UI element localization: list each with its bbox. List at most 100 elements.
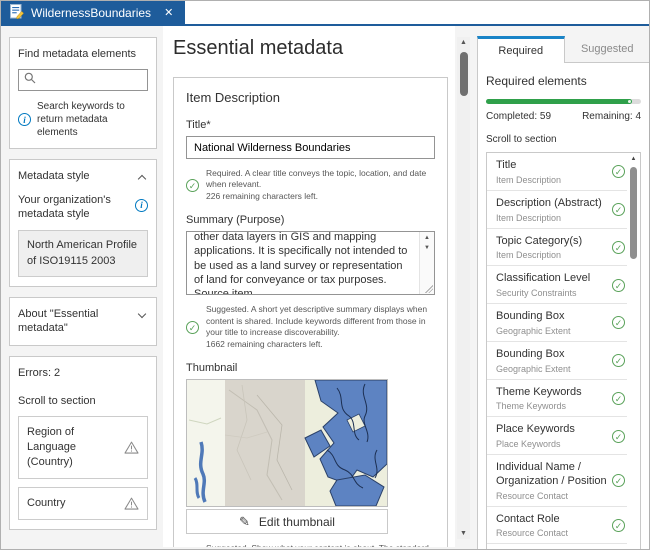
scroll-up-icon[interactable]: ▲	[457, 39, 470, 46]
scrollbar-thumb[interactable]	[630, 167, 637, 259]
resize-grip-icon[interactable]	[425, 285, 433, 293]
required-elements-title: Required elements	[486, 74, 641, 88]
info-icon: i	[18, 113, 31, 126]
section-item-text: Individual Name / Organization / Positio…	[496, 461, 607, 501]
check-icon: ✓	[612, 474, 625, 487]
section-list-item[interactable]: Bounding Box Geographic Extent ✓	[487, 342, 627, 380]
section-list-item[interactable]: Topic Category(s) Item Description ✓	[487, 229, 627, 267]
org-style-label: Your organization's metadata style	[18, 193, 129, 222]
editor-body: Find metadata elements i Search keywords…	[1, 26, 649, 547]
completed-count: Completed: 59	[486, 111, 551, 122]
progress-bar	[486, 99, 641, 104]
about-title: About "Essential metadata"	[18, 307, 133, 336]
error-item-label: Country	[27, 496, 66, 511]
item-description-card: Item Description Title* ✓ Required. A cl…	[173, 77, 448, 547]
section-item-subtitle: Resource Contact	[496, 528, 607, 538]
main-scrollbar[interactable]: ▲ ▼	[457, 37, 470, 539]
metadata-editor-window: WildernessBoundaries ✕ Find metadata ele…	[0, 0, 650, 550]
scrollbar-thumb[interactable]	[460, 52, 468, 96]
section-item-title: Bounding Box	[496, 348, 607, 362]
section-item-title: Contact Role	[496, 513, 607, 527]
section-list-item[interactable]: Place Keywords Place Keywords ✓	[487, 417, 627, 455]
check-icon: ✓	[186, 321, 199, 334]
search-box[interactable]	[18, 69, 148, 91]
tab-wilderness-boundaries[interactable]: WildernessBoundaries ✕	[1, 1, 185, 24]
section-list-item[interactable]: Individual Name / Organization / Positio…	[487, 544, 627, 550]
errors-card: Errors: 2 Scroll to section Region of La…	[9, 356, 157, 530]
about-card: About "Essential metadata"	[9, 297, 157, 346]
check-icon: ✓	[612, 279, 625, 292]
section-item-text: Bounding Box Geographic Extent	[496, 310, 607, 336]
metadata-style-card: Metadata style Your organization's metad…	[9, 159, 157, 287]
sections-scroll-label: Scroll to section	[486, 134, 641, 145]
section-item-title: Place Keywords	[496, 423, 607, 437]
check-icon: ✓	[186, 179, 199, 192]
check-icon: ✓	[612, 354, 625, 367]
search-icon	[24, 72, 36, 88]
section-list-item[interactable]: Contact Role Resource Contact ✓	[487, 507, 627, 545]
find-elements-card: Find metadata elements i Search keywords…	[9, 37, 157, 149]
section-item-subtitle: Resource Contact	[496, 491, 607, 501]
scroll-up-icon[interactable]: ▲	[420, 234, 434, 244]
left-sidebar: Find metadata elements i Search keywords…	[9, 37, 157, 530]
summary-textarea[interactable]: other data layers in GIS and mapping app…	[186, 231, 435, 295]
tab-required[interactable]: Required	[477, 36, 565, 63]
title-hint: ✓ Required. A clear title conveys the to…	[186, 168, 435, 202]
sections-list: Title Item Description ✓ Description (Ab…	[486, 152, 641, 550]
thumbnail-hint: ✓ Suggested. Show what your content is a…	[186, 543, 435, 547]
section-item-title: Title	[496, 159, 607, 173]
warning-icon	[124, 497, 139, 510]
section-list-item[interactable]: Classification Level Security Constraint…	[487, 266, 627, 304]
scroll-up-icon[interactable]: ▲	[628, 156, 639, 162]
section-title: Item Description	[186, 90, 435, 105]
error-section-item[interactable]: Region of Language (Country)	[18, 416, 148, 479]
check-icon: ✓	[612, 392, 625, 405]
section-item-subtitle: Theme Keywords	[496, 401, 607, 411]
chevron-down-icon[interactable]	[138, 310, 146, 318]
find-elements-label: Find metadata elements	[18, 47, 148, 61]
section-item-subtitle: Geographic Extent	[496, 364, 607, 374]
section-item-title: Individual Name / Organization / Positio…	[496, 461, 607, 489]
org-style-row: Your organization's metadata style i	[18, 193, 148, 222]
check-icon: ✓	[612, 165, 625, 178]
section-item-title: Theme Keywords	[496, 386, 607, 400]
thumbnail-image	[186, 379, 388, 507]
main-content: Essential metadata Item Description Titl…	[163, 26, 455, 547]
check-icon: ✓	[612, 316, 625, 329]
title-input[interactable]	[186, 136, 435, 159]
about-header[interactable]: About "Essential metadata"	[18, 307, 148, 336]
section-item-subtitle: Geographic Extent	[496, 326, 607, 336]
section-list-item[interactable]: Individual Name / Organization / Positio…	[487, 455, 627, 507]
remaining-count: Remaining: 4	[582, 111, 641, 122]
check-icon: ✓	[612, 203, 625, 216]
close-icon[interactable]: ✕	[164, 6, 173, 19]
section-item-text: Description (Abstract) Item Description	[496, 197, 607, 223]
search-hint-text: Search keywords to return metadata eleme…	[37, 100, 148, 139]
section-item-text: Classification Level Security Constraint…	[496, 272, 607, 298]
section-item-text: Title Item Description	[496, 159, 607, 185]
sections-scrollbar[interactable]: ▲ ▼	[628, 154, 639, 550]
chevron-up-icon[interactable]	[138, 175, 146, 183]
edit-thumbnail-button[interactable]: ✎ Edit thumbnail	[186, 509, 388, 534]
tab-title: WildernessBoundaries	[31, 6, 151, 20]
tab-suggested[interactable]: Suggested	[565, 36, 650, 63]
error-section-item[interactable]: Country	[18, 487, 148, 520]
metadata-style-header[interactable]: Metadata style	[18, 169, 148, 183]
edit-thumbnail-label: Edit thumbnail	[259, 515, 335, 529]
section-list-item[interactable]: Title Item Description ✓	[487, 153, 627, 191]
scroll-down-icon[interactable]: ▼	[420, 244, 434, 254]
section-item-text: Theme Keywords Theme Keywords	[496, 386, 607, 412]
search-input[interactable]	[41, 74, 142, 86]
thumbnail-label: Thumbnail	[186, 362, 435, 374]
summary-field-label: Summary (Purpose)	[186, 214, 435, 226]
right-panel-tabs: Required Suggested	[477, 36, 650, 63]
errors-count-label: Errors: 2	[18, 366, 148, 380]
scroll-down-icon[interactable]: ▼	[457, 530, 470, 537]
section-list-item[interactable]: Description (Abstract) Item Description …	[487, 191, 627, 229]
section-list-item[interactable]: Bounding Box Geographic Extent ✓	[487, 304, 627, 342]
required-elements-panel: Required elements Completed: 59 Remainin…	[477, 63, 650, 550]
pencil-icon: ✎	[239, 514, 250, 530]
section-list-item[interactable]: Theme Keywords Theme Keywords ✓	[487, 380, 627, 418]
section-item-title: Classification Level	[496, 272, 607, 286]
metadata-document-icon	[10, 4, 24, 22]
